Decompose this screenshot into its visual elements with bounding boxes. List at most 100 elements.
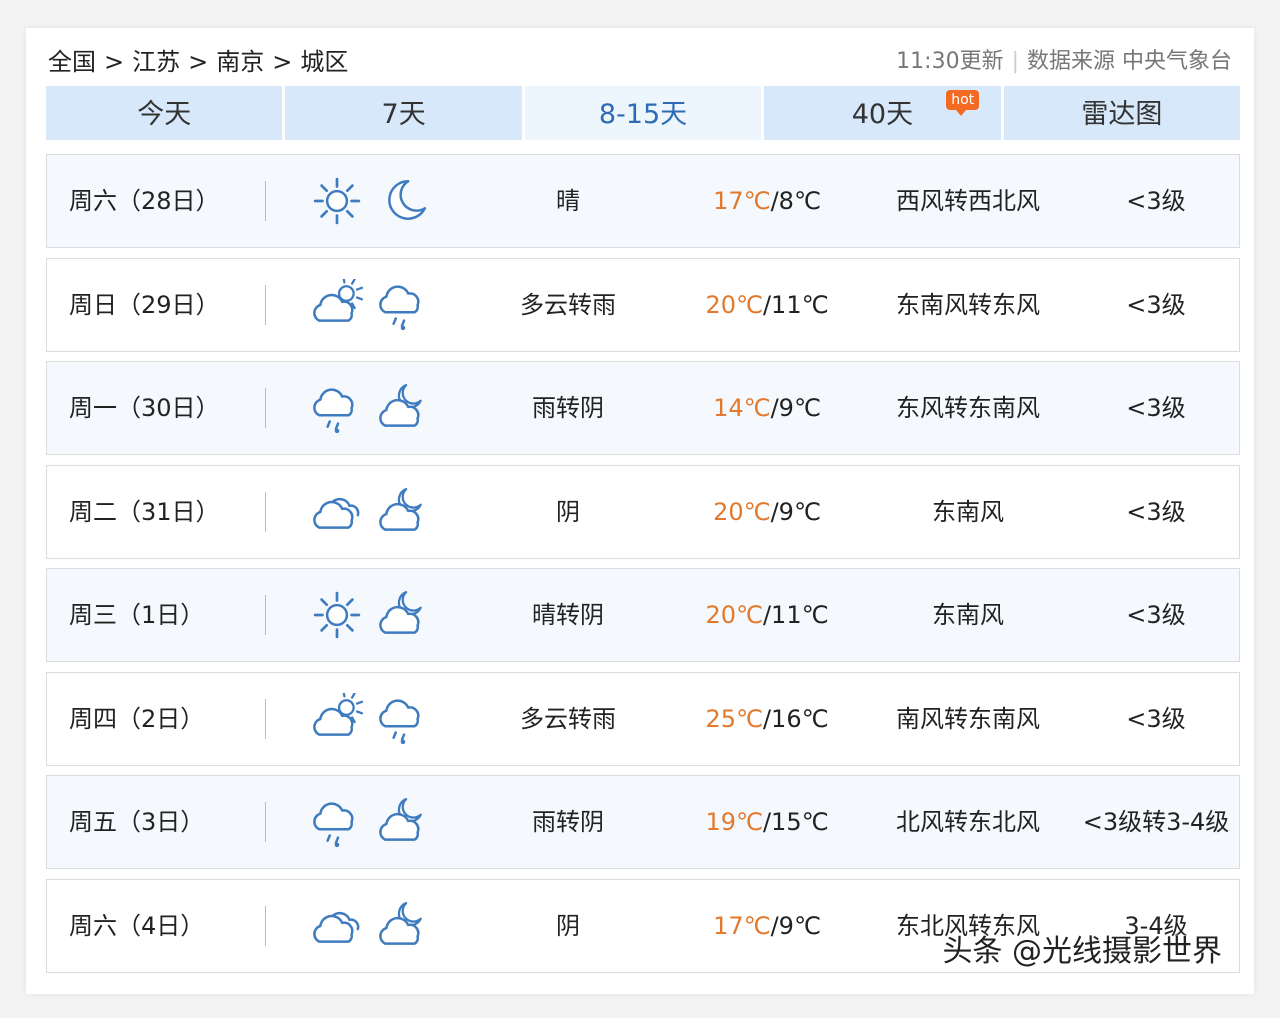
breadcrumb-jiangsu[interactable]: 江苏 [132, 48, 180, 76]
partly-cloudy-night-icon [379, 383, 422, 427]
sunny-icon [313, 177, 361, 225]
temp-separator: / [770, 187, 779, 215]
tab-radar[interactable]: 雷达图 [1003, 86, 1241, 140]
weather-description: 多云转雨 [520, 290, 616, 319]
temp-separator: / [762, 808, 772, 836]
weather-icons [311, 466, 431, 558]
weather-icons [311, 880, 431, 972]
partly-cloudy-night-icon [379, 901, 422, 945]
forecast-row: 周五（3日） 雨转阴 19℃/15℃ 北风转东北风 <3级转3-4级 [46, 775, 1240, 869]
breadcrumb-current: 城区 [300, 48, 349, 76]
rain-icon [379, 284, 420, 330]
forecast-date: 周二（31日） [69, 497, 220, 526]
weather-panel: 全国 > 江苏 > 南京 > 城区 11:30更新 | 数据来源 中央气象台 今天 7天 8-1… [26, 28, 1254, 994]
tab-label: 8-15天 [598, 99, 688, 130]
weather-icons [311, 776, 431, 868]
tab-label: 40天 [851, 99, 914, 130]
temp-low: 9℃ [778, 497, 821, 526]
rain-icon [379, 698, 420, 744]
wind-level: <3级 [1126, 187, 1186, 215]
update-time: 11:30更新 [896, 49, 1004, 74]
temp-separator: / [770, 497, 779, 526]
wind-direction: 南风转东南风 [896, 704, 1040, 733]
forecast-date: 周五（3日） [69, 808, 205, 836]
weather-description: 阴 [556, 497, 580, 526]
wind-level: <3级转3-4级 [1082, 808, 1230, 836]
temp-low: 9℃ [778, 911, 821, 940]
tab-label: 雷达图 [1081, 99, 1163, 130]
temperature: 20℃/11℃ [669, 569, 865, 661]
forecast-list: 周六（28日） 晴 17℃/8℃ 西风转西北风 <3级 周日（29日） 多云转雨… [46, 154, 1240, 982]
temp-separator: / [762, 290, 772, 319]
forecast-tabs: 今天 7天 8-15天 40天 hot 雷达图 [46, 86, 1241, 140]
column-divider [265, 284, 266, 325]
wind-level: <3级 [1126, 394, 1186, 422]
wind-direction: 东南风转东风 [896, 290, 1040, 319]
forecast-row: 周六（28日） 晴 17℃/8℃ 西风转西北风 <3级 [46, 154, 1240, 248]
meta-divider: | [1011, 49, 1019, 74]
breadcrumb-nanjing[interactable]: 南京 [216, 48, 264, 76]
forecast-date: 周三（1日） [69, 601, 205, 629]
temp-low: 11℃ [771, 290, 829, 319]
temp-high: 14℃ [713, 394, 771, 422]
breadcrumb-separator: > [188, 48, 209, 76]
tab-label: 7天 [381, 99, 426, 130]
wind-level: <3级 [1126, 497, 1186, 526]
tab-7-days[interactable]: 7天 [285, 86, 522, 140]
partly-cloudy-day-icon [313, 278, 363, 322]
data-source: 数据来源 中央气象台 [1027, 49, 1232, 74]
weather-icons [311, 673, 431, 765]
temperature: 19℃/15℃ [669, 776, 865, 868]
tab-8-15-days[interactable]: 8-15天 [524, 86, 762, 140]
temp-high: 20℃ [705, 290, 763, 319]
temperature: 25℃/16℃ [669, 673, 865, 765]
wind-direction: 北风转东北风 [896, 808, 1040, 836]
temp-low: 15℃ [771, 808, 829, 836]
temp-high: 19℃ [705, 808, 763, 836]
watermark: 头条 @光线摄影世界 [942, 934, 1222, 969]
weather-icons [311, 362, 431, 454]
wind-direction: 东南风 [932, 497, 1004, 526]
weather-description: 晴 [556, 187, 580, 215]
forecast-date: 周六（4日） [69, 911, 205, 940]
breadcrumb-separator: > [104, 48, 125, 76]
column-divider [265, 698, 266, 739]
forecast-date: 周日（29日） [69, 290, 220, 319]
temp-low: 8℃ [778, 187, 821, 215]
breadcrumb: 全国 > 江苏 > 南京 > 城区 [48, 44, 348, 80]
weather-description: 多云转雨 [520, 704, 616, 733]
forecast-date: 周四（2日） [69, 704, 205, 733]
update-info: 11:30更新 | 数据来源 中央气象台 [896, 44, 1232, 80]
temp-high: 20℃ [705, 601, 763, 629]
column-divider [265, 905, 266, 946]
forecast-row: 周二（31日） 阴 20℃/9℃ 东南风 <3级 [46, 464, 1240, 559]
temp-high: 20℃ [713, 497, 771, 526]
hot-badge: hot [946, 90, 980, 116]
rain-icon [313, 388, 354, 434]
partly-cloudy-night-icon [379, 590, 422, 634]
column-divider [265, 388, 266, 428]
forecast-row: 周一（30日） 雨转阴 14℃/9℃ 东风转东南风 <3级 [46, 361, 1240, 455]
tab-label: 今天 [137, 99, 192, 130]
temp-high: 17℃ [713, 911, 771, 940]
temp-high: 25℃ [705, 704, 763, 733]
forecast-date: 周一（30日） [69, 394, 220, 422]
partly-cloudy-night-icon [379, 487, 422, 531]
top-bar: 全国 > 江苏 > 南京 > 城区 11:30更新 | 数据来源 中央气象台 [48, 44, 1232, 80]
forecast-row: 周四（2日） 多云转雨 25℃/16℃ 南风转东南风 <3级 [46, 671, 1240, 766]
wind-level: <3级 [1126, 601, 1186, 629]
temperature: 14℃/9℃ [669, 362, 865, 454]
temp-separator: / [770, 394, 779, 422]
forecast-row: 周日（29日） 多云转雨 20℃/11℃ 东南风转东风 <3级 [46, 257, 1240, 352]
tab-40-days[interactable]: 40天 hot [764, 86, 1001, 140]
temp-low: 16℃ [771, 704, 829, 733]
breadcrumb-national[interactable]: 全国 [48, 48, 96, 76]
wind-direction: 西风转西北风 [896, 187, 1040, 215]
tab-today[interactable]: 今天 [46, 86, 283, 140]
forecast-date: 周六（28日） [69, 187, 220, 215]
partly-cloudy-day-icon [313, 692, 363, 736]
temperature: 20℃/11℃ [669, 259, 865, 351]
overcast-icon [313, 911, 360, 943]
rain-icon [313, 802, 354, 848]
sunny-icon [313, 591, 361, 639]
